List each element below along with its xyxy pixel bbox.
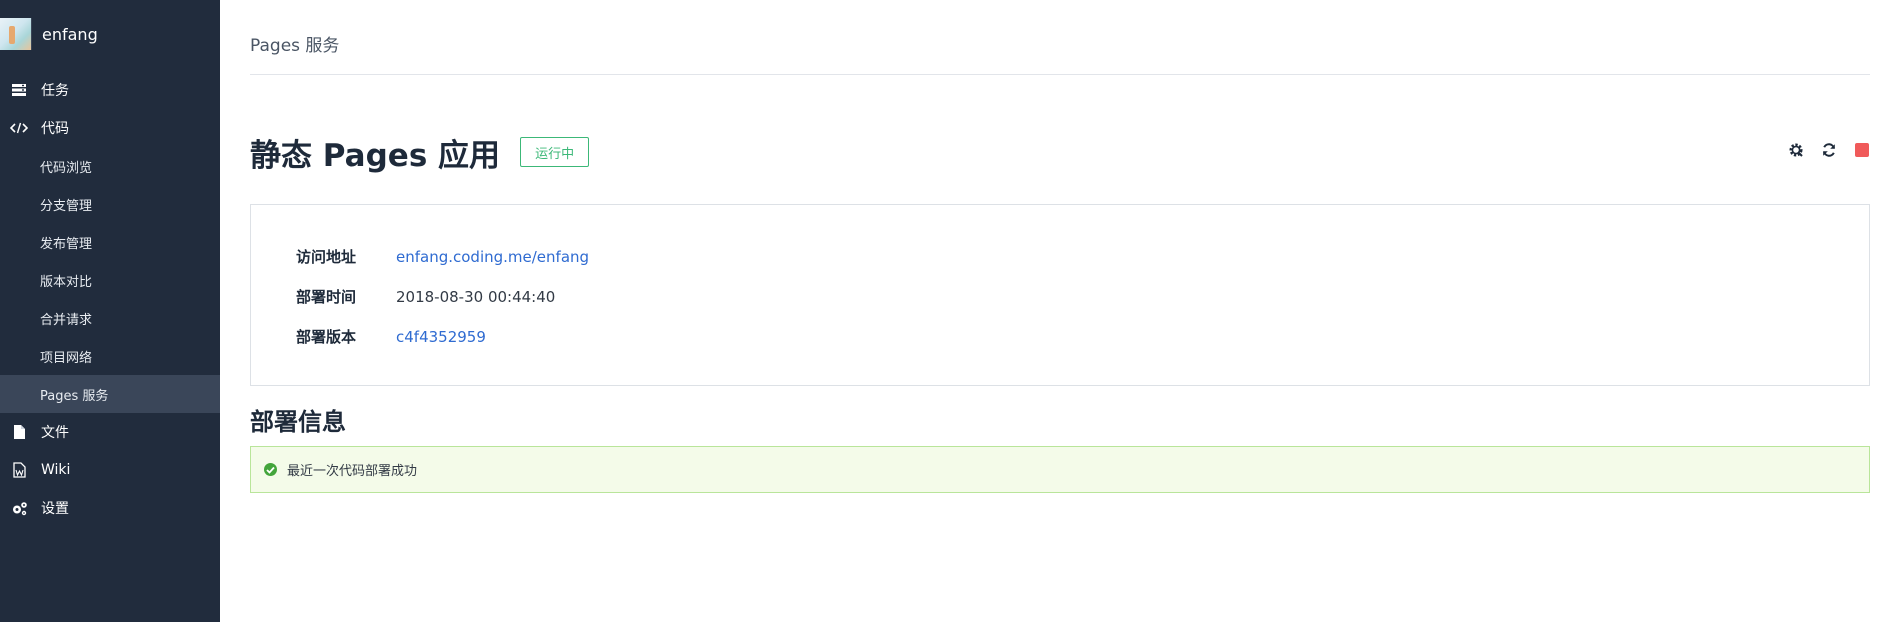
deploy-time-label: 部署时间 <box>296 288 357 306</box>
file-icon <box>10 423 28 441</box>
sidebar-subitem-branches[interactable]: 分支管理 <box>0 185 220 223</box>
gears-icon <box>10 499 28 517</box>
page-actions <box>1771 142 1870 158</box>
breadcrumb: Pages 服务 <box>250 36 340 56</box>
sidebar-item-tasks[interactable]: 任务 <box>0 71 220 109</box>
settings-gear-icon[interactable] <box>1788 142 1804 158</box>
sidebar-item-wiki[interactable]: Wiki <box>0 451 220 489</box>
sidebar-subitem-compare[interactable]: 版本对比 <box>0 261 220 299</box>
check-circle-icon <box>264 463 277 476</box>
status-badge: 运行中 <box>520 137 590 167</box>
deploy-success-alert: 最近一次代码部署成功 <box>250 446 1870 493</box>
sidebar-item-label: 任务 <box>41 83 69 99</box>
deploy-success-message: 最近一次代码部署成功 <box>287 464 418 479</box>
pages-info-card: 访问地址 enfang.coding.me/enfang 部署时间 2018-0… <box>250 204 1870 386</box>
main-content: Pages 服务 静态 Pages 应用 运行中 访问地址 enfang.cod… <box>250 0 1870 622</box>
sidebar-item-code[interactable]: 代码 <box>0 109 220 147</box>
header-divider <box>250 74 1870 75</box>
version-label: 部署版本 <box>296 328 357 346</box>
project-name[interactable]: enfang <box>42 25 98 44</box>
sidebar-subitem-code-browse[interactable]: 代码浏览 <box>0 147 220 185</box>
deploy-time-value: 2018-08-30 00:44:40 <box>396 287 556 306</box>
project-header[interactable]: enfang <box>0 14 220 54</box>
sidebar-subitem-releases[interactable]: 发布管理 <box>0 223 220 261</box>
access-label: 访问地址 <box>296 248 357 266</box>
info-row-version: 部署版本 c4f4352959 <box>296 326 486 347</box>
commit-link[interactable]: c4f4352959 <box>396 328 486 346</box>
info-row-access: 访问地址 enfang.coding.me/enfang <box>296 246 589 267</box>
refresh-icon[interactable] <box>1821 142 1837 158</box>
sidebar-nav: 任务 代码 代码浏览 分支管理 发布管理 版本对比 合并请求 项目网络 Page… <box>0 71 220 527</box>
sidebar-item-settings[interactable]: 设置 <box>0 489 220 527</box>
tasks-icon <box>10 81 28 99</box>
sidebar-item-label: Wiki <box>41 462 71 478</box>
project-avatar[interactable] <box>0 18 32 50</box>
sidebar-subitem-network[interactable]: 项目网络 <box>0 337 220 375</box>
info-row-deploy-time: 部署时间 2018-08-30 00:44:40 <box>296 286 555 307</box>
sidebar-subitem-pages[interactable]: Pages 服务 <box>0 375 220 413</box>
wiki-icon <box>10 461 28 479</box>
stop-icon <box>1855 143 1869 157</box>
sidebar-item-files[interactable]: 文件 <box>0 413 220 451</box>
title-row: 静态 Pages 应用 运行中 <box>250 130 1870 174</box>
sidebar-item-label: 设置 <box>41 501 69 517</box>
page-title: 静态 Pages 应用 <box>250 137 501 174</box>
access-url-link[interactable]: enfang.coding.me/enfang <box>396 248 589 266</box>
sidebar-item-label: 文件 <box>41 425 69 441</box>
sidebar-item-label: 代码 <box>41 121 69 137</box>
deploy-info-title: 部署信息 <box>250 408 346 436</box>
code-icon <box>10 119 28 137</box>
stop-button[interactable] <box>1854 142 1870 158</box>
sidebar: enfang 任务 代码 代码浏览 分支管理 发布管理 版本对比 合并请求 项目… <box>0 0 220 622</box>
sidebar-subitem-merge-requests[interactable]: 合并请求 <box>0 299 220 337</box>
